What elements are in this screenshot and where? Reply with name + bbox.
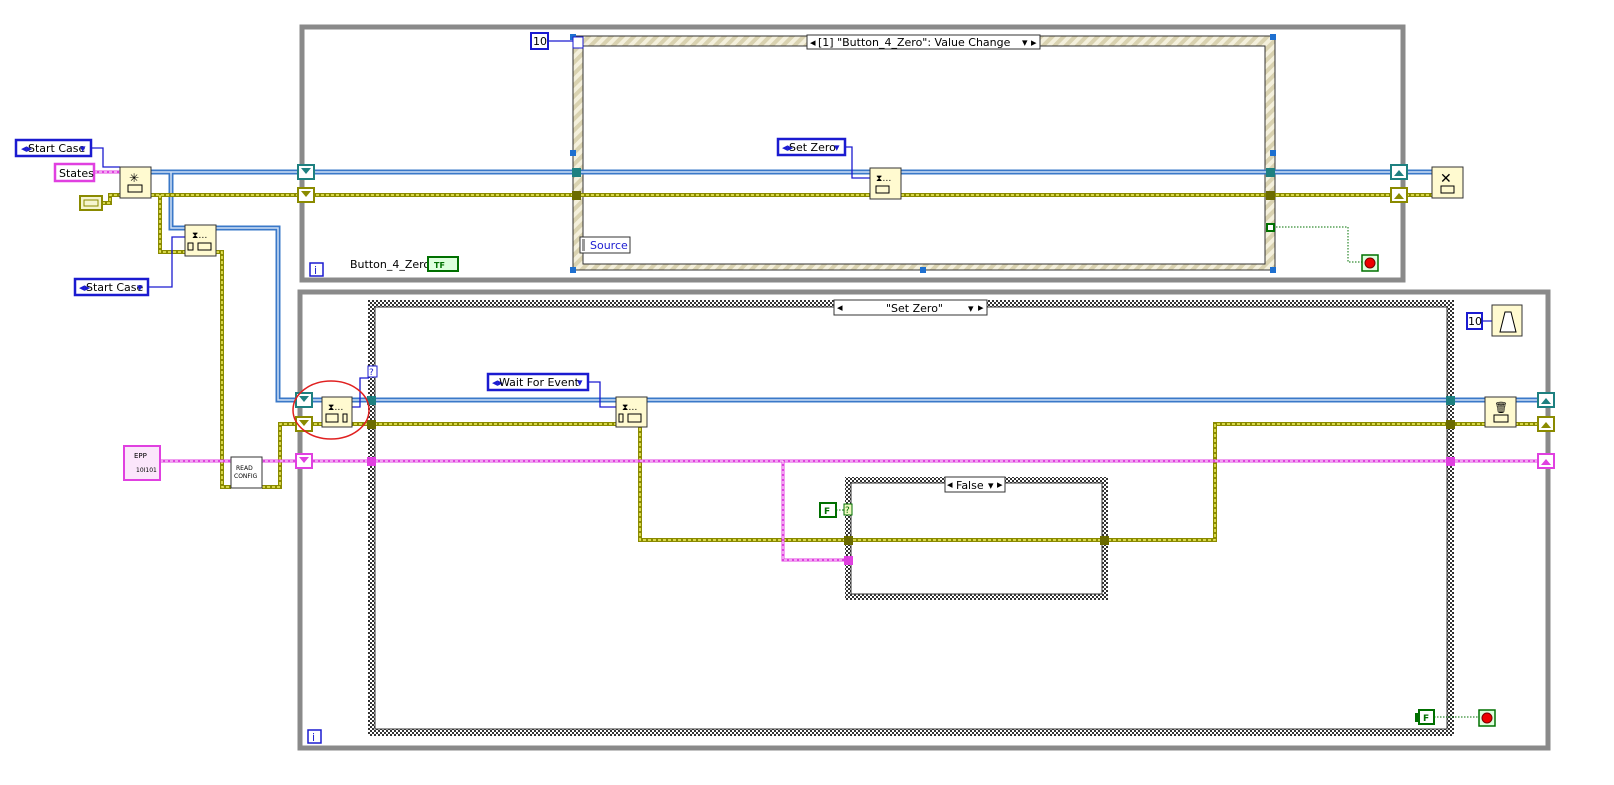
file-icon: 10I101 xyxy=(136,467,157,474)
dropdown-icon: ▾ xyxy=(1022,36,1028,49)
epp-file-constant[interactable]: EPP 10I101 xyxy=(123,445,161,481)
increment-arrow-icon: ▸ xyxy=(997,478,1003,491)
metronome-constant[interactable]: 10 xyxy=(1466,312,1483,330)
f-label: F xyxy=(1423,714,1429,724)
start-case-label: Start Case xyxy=(86,281,144,294)
read-config-subvi[interactable]: READ CONFIG xyxy=(230,456,263,489)
set-zero-enum[interactable]: ◂▸ Set Zero ▾ xyxy=(776,137,847,157)
decrement-arrow-icon: ◂ xyxy=(810,36,816,49)
enqueue-node-start[interactable]: ⧗… xyxy=(184,224,217,257)
iteration-terminal-bottom: i xyxy=(307,729,322,744)
false-constant[interactable]: F xyxy=(819,502,837,518)
dropdown-icon: ▾ xyxy=(988,479,994,492)
case-selector[interactable]: ◂ "Set Zero" ▾ ▸ xyxy=(833,299,988,316)
stop-terminal-top[interactable] xyxy=(1361,254,1379,272)
hourglass-icon: ⧗… xyxy=(328,403,343,413)
hourglass-icon: ⧗… xyxy=(876,174,891,184)
tf-label: TF xyxy=(434,261,445,270)
event-selector-label: [1] "Button_4_Zero": Value Change xyxy=(818,36,1011,49)
set-zero-label: Set Zero xyxy=(789,141,836,154)
metronome-value: 10 xyxy=(1468,315,1482,328)
states-label: States xyxy=(59,167,94,180)
start-case-enum-1[interactable]: ◂▸ Start Case ▾ xyxy=(14,138,93,158)
dequeue-node[interactable]: ⧗… xyxy=(321,396,353,428)
x-icon: ✕ xyxy=(1440,171,1452,187)
button-4-zero-label: Button_4_Zero xyxy=(350,258,430,271)
timeout-value: 10 xyxy=(533,35,547,48)
wait-for-event-enum[interactable]: ◂▸ Wait For Event ▾ xyxy=(486,372,590,392)
f-label: F xyxy=(824,507,830,517)
wait-for-event-label: Wait For Event xyxy=(499,376,580,389)
timeout-constant[interactable]: 10 xyxy=(530,32,549,50)
case-selector-label: "Set Zero" xyxy=(886,302,943,315)
obtain-queue-node[interactable]: ✳ xyxy=(119,166,152,199)
event-selector[interactable]: ◂ [1] "Button_4_Zero": Value Change ▾ ▸ xyxy=(806,34,1041,50)
false-constant-stop[interactable]: F xyxy=(1418,709,1435,725)
i-label: i xyxy=(314,264,317,277)
dropdown-icon: ▾ xyxy=(577,376,583,389)
start-case-label: Start Case xyxy=(28,142,86,155)
dropdown-icon: ▾ xyxy=(968,302,974,315)
hourglass-icon: ⧗… xyxy=(622,403,637,413)
case-terminal-label: ? xyxy=(845,506,850,516)
case-terminal-label: ? xyxy=(369,368,374,378)
i-label: i xyxy=(312,731,315,744)
read-config-label: READ xyxy=(236,465,253,472)
inner-case-terminal: ? xyxy=(843,503,853,516)
enqueue-set-zero-node[interactable]: ⧗… xyxy=(869,167,902,200)
trash-icon: 🗑 xyxy=(1494,401,1508,414)
dropdown-icon: ▾ xyxy=(80,142,86,155)
error-case-terminal: ? xyxy=(367,365,378,378)
destroy-queue-node[interactable]: 🗑 xyxy=(1484,396,1517,428)
inner-case-selector[interactable]: ◂ False ▾ ▸ xyxy=(944,476,1006,493)
states-constant[interactable]: States xyxy=(53,162,96,183)
start-case-enum-2[interactable]: ◂▸ Start Case ▾ xyxy=(73,277,150,297)
decrement-arrow-icon: ◂ xyxy=(837,301,843,314)
release-queue-node[interactable]: ✕ xyxy=(1431,166,1464,199)
increment-arrow-icon: ▸ xyxy=(978,301,984,314)
wait-ms-node[interactable] xyxy=(1491,304,1523,337)
hourglass-icon: ⧗… xyxy=(192,231,207,241)
timeout-terminal xyxy=(572,36,584,49)
error-cluster-constant[interactable] xyxy=(79,195,103,211)
increment-arrow-icon: ▸ xyxy=(1031,36,1037,49)
source-label: Source xyxy=(590,239,628,252)
decrement-arrow-icon: ◂ xyxy=(947,478,953,491)
dropdown-icon: ▾ xyxy=(137,281,143,294)
epp-label: EPP xyxy=(134,452,147,460)
block-diagram: ◂▸ Start Case ▾ States ✳ ⧗… ◂▸ Start Cas… xyxy=(14,24,1555,751)
inner-case-label: False xyxy=(956,479,984,492)
source-node[interactable]: Source xyxy=(579,236,631,254)
iteration-terminal-top: i xyxy=(309,262,324,277)
enqueue-wait-node[interactable]: ⧗… xyxy=(615,396,648,428)
button-4-zero-terminal[interactable]: TF xyxy=(427,256,459,272)
event-structure xyxy=(572,35,1276,271)
new-star-icon: ✳ xyxy=(129,171,139,185)
dropdown-icon: ▾ xyxy=(834,141,840,154)
stop-terminal-bottom[interactable] xyxy=(1478,709,1496,727)
read-config-label: CONFIG xyxy=(234,473,258,480)
